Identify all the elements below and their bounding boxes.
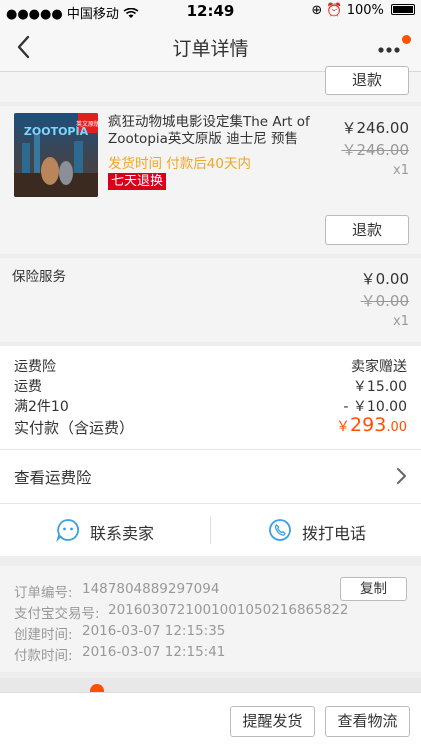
cover-tag: 英文原版 <box>76 120 98 128</box>
status-bar: ●●●●● 中国移动 12:49 ⊕ ⏰ 100% <box>0 0 421 22</box>
shipping-insurance-label: 运费险 <box>14 359 56 375</box>
order-number[interactable]: 1487804889297094 <box>82 581 219 597</box>
refund-button[interactable]: 退款 <box>325 215 409 245</box>
created-time-label: 创建时间: <box>14 627 73 643</box>
product-quantity: x1 <box>393 163 409 178</box>
chat-icon <box>56 519 79 542</box>
alipay-number: 2016030721001001050216865822 <box>108 602 349 618</box>
discount-label: 满2件10 <box>14 399 69 415</box>
remind-ship-button[interactable]: 提醒发货 <box>230 706 315 737</box>
alarm-icon: ⏰ <box>326 3 343 18</box>
total-label: 实付款（含运费） <box>14 419 135 437</box>
call-phone-label: 拨打电话 <box>302 524 367 543</box>
shipping-fee-label: 运费 <box>14 379 42 395</box>
order-number-label: 订单编号: <box>14 585 73 601</box>
product-original-price: ￥246.00 <box>341 141 410 159</box>
product-image[interactable]: ZOOTOPIA 英文原版 <box>14 113 98 197</box>
battery-percent: 100% <box>346 3 384 18</box>
created-time: 2016-03-07 12:15:35 <box>82 623 226 639</box>
insurance-original-price: ￥0.00 <box>360 292 409 310</box>
shipping-insurance-value: 卖家赠送 <box>351 359 407 375</box>
page-title: 订单详情 <box>172 38 249 60</box>
product-title[interactable]: 疯狂动物城电影设定集The Art of Zootopia英文原版 迪士尼 预售 <box>108 114 314 148</box>
chevron-right-icon <box>397 468 406 484</box>
view-logistics-button[interactable]: 查看物流 <box>325 706 410 737</box>
bottom-action-bar: 提醒发货 查看物流 <box>0 692 421 750</box>
paid-time-label: 付款时间: <box>14 648 73 664</box>
phone-icon <box>269 519 291 541</box>
product-price: ￥246.00 <box>341 119 410 137</box>
battery-icon <box>391 4 415 15</box>
view-shipping-insurance-row[interactable]: 查看运费险 <box>0 450 421 503</box>
insurance-label: 保险服务 <box>12 269 66 285</box>
alipay-label: 支付宝交易号: <box>14 606 100 622</box>
nav-bar: 订单详情 <box>0 22 421 72</box>
status-right: ⊕ ⏰ 100% <box>311 3 415 18</box>
total-amount: ￥293.00 <box>336 414 407 436</box>
copy-button[interactable]: 复制 <box>340 577 407 601</box>
action-divider <box>210 516 211 544</box>
shipping-time: 发货时间 付款后40天内 <box>108 156 251 172</box>
seven-day-return-badge: 七天退换 <box>108 173 167 190</box>
insurance-quantity: x1 <box>393 314 409 329</box>
previous-item-card: 退款 <box>0 66 421 102</box>
contact-seller-label: 联系卖家 <box>90 524 155 543</box>
lock-rotation-icon: ⊕ <box>311 3 323 18</box>
paid-time: 2016-03-07 12:15:41 <box>82 644 226 660</box>
next-section-peek <box>0 678 421 692</box>
shipping-fee-value: ￥15.00 <box>352 379 407 395</box>
discount-value: - ￥10.00 <box>343 399 407 415</box>
refund-button-top[interactable]: 退款 <box>325 66 409 95</box>
insurance-price: ￥0.00 <box>360 270 409 288</box>
notification-dot <box>402 35 411 44</box>
view-shipping-insurance-label: 查看运费险 <box>14 469 92 487</box>
